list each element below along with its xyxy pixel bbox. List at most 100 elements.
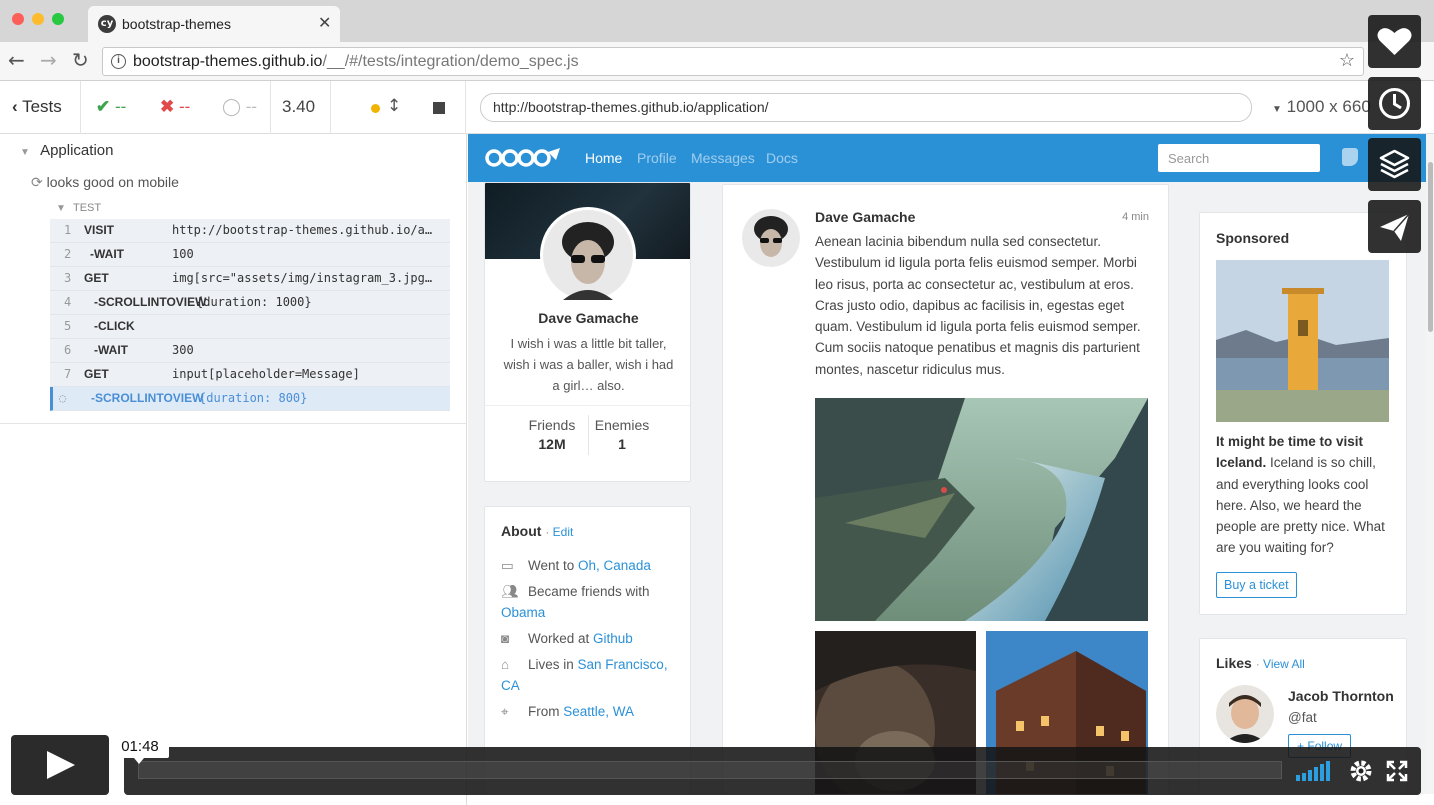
search-input[interactable]: Search — [1158, 144, 1320, 172]
post-time: 4 min — [1122, 211, 1149, 223]
duration: 3.40 — [282, 97, 316, 116]
command-row[interactable]: 2 -WAIT 100 — [50, 243, 450, 267]
divider — [80, 81, 81, 134]
likes-header: Likes · View All — [1216, 655, 1305, 671]
post-card: Dave Gamache 4 min Aenean lacinia bibend… — [722, 184, 1169, 794]
watch-later-button[interactable] — [1368, 77, 1421, 130]
volume-icon[interactable] — [1296, 761, 1334, 781]
app-scrollbar-thumb[interactable] — [1428, 162, 1433, 332]
about-item-school: ▭ Went to Oh, Canada — [501, 555, 681, 576]
paper-plane-icon — [1380, 213, 1410, 241]
time-pointer — [134, 758, 144, 764]
location-pin-icon: ⌖ — [501, 704, 509, 719]
chevron-left-icon: ‹ — [12, 97, 18, 116]
command-row[interactable]: 1 VISIT http://bootstrap-themes.github.i… — [50, 219, 450, 243]
app-url-field[interactable]: http://bootstrap-themes.github.io/applic… — [480, 93, 1252, 122]
nav-home[interactable]: Home — [585, 150, 622, 166]
notifications-icon[interactable] — [1342, 148, 1358, 166]
play-icon — [47, 751, 75, 779]
post-author-avatar[interactable] — [742, 209, 800, 267]
nav-messages[interactable]: Messages — [691, 150, 755, 166]
video-control-bar — [124, 747, 1421, 795]
about-edit-link[interactable]: Edit — [553, 525, 574, 539]
friends-stat[interactable]: Friends 12M — [525, 417, 579, 452]
command-row[interactable]: 7 GET input[placeholder=Message] — [50, 363, 450, 387]
post-photo-fjord[interactable] — [815, 398, 1148, 621]
sponsored-title: Sponsored — [1216, 230, 1290, 246]
profile-bio: I wish i was a little bit taller, wish i… — [503, 336, 674, 393]
video-progress-bar[interactable] — [138, 761, 1282, 779]
sponsored-text: It might be time to visit Iceland. Icela… — [1216, 434, 1385, 556]
sponsored-image-iceland[interactable] — [1216, 260, 1389, 422]
x-icon: ✖ — [160, 97, 175, 116]
circle-notch-icon: ◯ — [222, 97, 242, 116]
maximize-window-button[interactable] — [52, 13, 64, 25]
nav-profile[interactable]: Profile — [637, 150, 677, 166]
reload-icon[interactable]: ↻ — [72, 48, 89, 72]
address-bar[interactable]: i bootstrap-themes.github.io/__/#/tests/… — [102, 47, 1364, 76]
test-title[interactable]: ⟳ looks good on mobile — [31, 174, 179, 191]
minimize-window-button[interactable] — [32, 13, 44, 25]
browser-tab[interactable]: cy bootstrap-themes ✕ — [88, 6, 340, 42]
forward-icon[interactable]: → — [40, 48, 57, 72]
info-icon[interactable]: i — [111, 54, 126, 69]
collections-button[interactable] — [1368, 138, 1421, 191]
close-window-button[interactable] — [12, 13, 24, 25]
like-person-handle: @fat — [1288, 710, 1317, 725]
like-avatar[interactable] — [1216, 685, 1274, 743]
about-header: About · Edit — [501, 523, 574, 539]
spinner-icon: ◌ — [59, 391, 67, 405]
auto-scroll-icon[interactable]: ↕ — [387, 96, 401, 116]
sponsored-card: Sponsored It might be time to visit Icel… — [1199, 212, 1407, 615]
settings-gear-icon[interactable] — [1348, 758, 1374, 784]
running-indicator-icon — [371, 104, 380, 113]
nav-docs[interactable]: Docs — [766, 150, 798, 166]
divider — [330, 81, 331, 134]
viewport-dropdown[interactable]: ▼ 1000 x 660 — [1272, 97, 1371, 117]
tests-back-button[interactable]: ‹ Tests — [12, 97, 62, 117]
video-time: 01:48 — [111, 736, 169, 758]
enemies-stat[interactable]: Enemies 1 — [592, 417, 652, 452]
view-all-link[interactable]: View All — [1263, 657, 1305, 671]
like-video-button[interactable] — [1368, 15, 1421, 68]
github-icon: ◙ — [501, 631, 510, 646]
cypress-header: ‹ Tests ✔ -- ✖ -- ◯ -- 3.40 ↕ http://boo… — [0, 81, 1434, 134]
clock-icon — [1379, 88, 1410, 119]
back-icon[interactable]: ← — [8, 48, 25, 72]
stop-icon[interactable] — [433, 102, 445, 114]
failed-stat: ✖ -- — [160, 97, 191, 116]
tab-close-icon[interactable]: ✕ — [318, 13, 331, 33]
bookmark-star-icon[interactable]: ☆ — [1339, 50, 1355, 71]
about-item-lives: ⌂ Lives in San Francisco, CA — [501, 654, 681, 696]
command-row[interactable]: 5 -CLICK — [50, 315, 450, 339]
caret-down-icon: ▼ — [20, 147, 30, 158]
about-item-friends: 👥︎ Became friends with Obama — [501, 581, 681, 623]
brand-logo-icon[interactable] — [484, 146, 564, 170]
address-url: bootstrap-themes.github.io/__/#/tests/in… — [133, 53, 579, 70]
command-row[interactable]: 6 -WAIT 300 — [50, 339, 450, 363]
command-row-active[interactable]: ◌ -SCROLLINTOVIEW {duration: 800} — [50, 387, 450, 411]
post-author[interactable]: Dave Gamache — [815, 209, 915, 225]
profile-avatar — [540, 207, 636, 303]
divider — [270, 81, 271, 134]
suite-title[interactable]: ▼ Application — [20, 142, 113, 159]
app-navbar: Home Profile Messages Docs Search — [468, 134, 1426, 182]
command-row[interactable]: 3 GET img[src="assets/img/instagram_3.jp… — [50, 267, 450, 291]
app-iframe: Home Profile Messages Docs Search Dave G… — [468, 134, 1426, 794]
share-button[interactable] — [1368, 200, 1421, 253]
avatar-image — [1216, 685, 1274, 743]
command-log: ▼ Application ⟳ looks good on mobile ▼ T… — [0, 134, 467, 424]
passed-stat: ✔ -- — [96, 97, 127, 116]
home-icon: ⌂ — [501, 657, 510, 672]
like-person-name[interactable]: Jacob Thornton — [1288, 688, 1394, 704]
pending-stat: ◯ -- — [222, 97, 258, 116]
heart-icon — [1377, 28, 1412, 55]
play-button[interactable] — [11, 735, 109, 795]
caret-down-icon: ▼ — [56, 203, 66, 214]
buy-ticket-button[interactable]: Buy a ticket — [1216, 572, 1297, 598]
check-icon: ✔ — [96, 97, 111, 116]
tab-title: bootstrap-themes — [122, 16, 231, 32]
fullscreen-icon[interactable] — [1386, 760, 1408, 782]
command-row[interactable]: 4 -SCROLLINTOVIEW {duration: 1000} — [50, 291, 450, 315]
divider — [465, 81, 466, 134]
